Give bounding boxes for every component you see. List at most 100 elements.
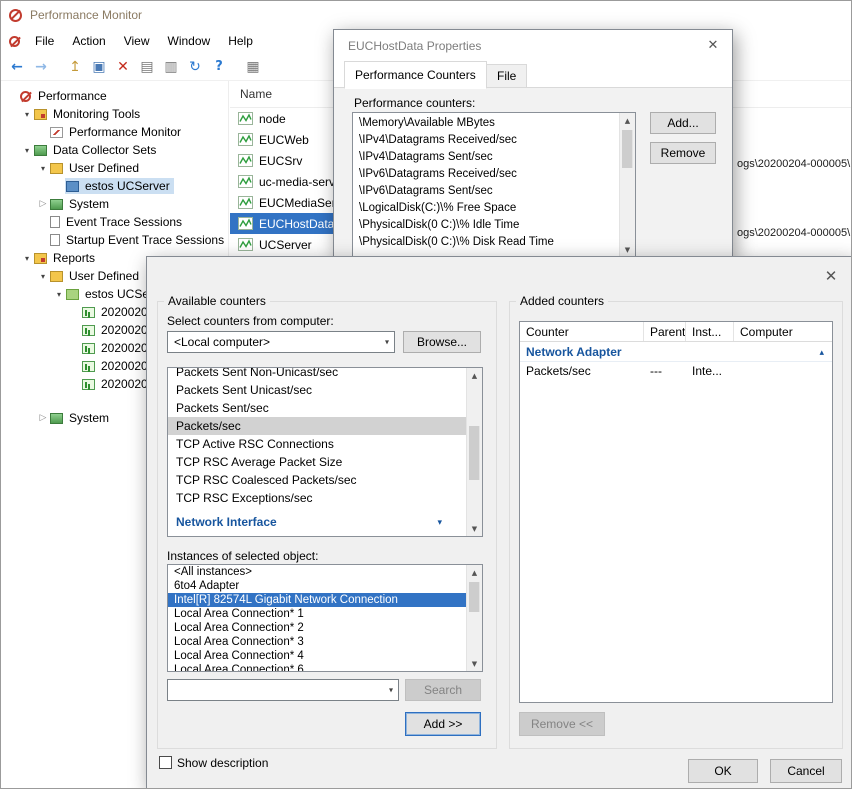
counter-item[interactable]: TCP Active RSC Connections: [168, 435, 466, 453]
added-counters-table[interactable]: Counter Parent Inst... Computer Network …: [519, 321, 833, 703]
scroll-thumb[interactable]: [469, 426, 480, 480]
counter-item[interactable]: TCP RSC Average Packet Size: [168, 453, 466, 471]
chevron-expanded-icon[interactable]: ▾: [37, 272, 49, 281]
tree-item-user-defined-1[interactable]: ▾ User Defined: [1, 159, 228, 177]
tree-item-event-trace-sessions[interactable]: Event Trace Sessions: [1, 213, 228, 231]
report-icon: [82, 307, 95, 318]
scrollbar[interactable]: ▲ ▼: [466, 565, 482, 671]
add-button[interactable]: Add >>: [405, 712, 481, 736]
column-counter[interactable]: Counter: [520, 322, 644, 341]
scroll-up-icon[interactable]: ▲: [467, 368, 482, 383]
counter-path[interactable]: \Memory\Available MBytes: [353, 115, 619, 132]
scroll-down-icon[interactable]: ▼: [620, 242, 635, 257]
instance-item[interactable]: Local Area Connection* 3: [168, 635, 466, 649]
scroll-down-icon[interactable]: ▼: [467, 521, 482, 536]
counter-path[interactable]: \IPv4\Datagrams Received/sec: [353, 132, 619, 149]
tree-item-monitoring-tools[interactable]: ▾ Monitoring Tools: [1, 105, 228, 123]
chevron-collapsed-icon[interactable]: ▷: [37, 199, 49, 209]
chevron-expanded-icon[interactable]: ▾: [21, 110, 33, 119]
tree-item-startup-event-trace-sessions[interactable]: Startup Event Trace Sessions: [1, 231, 228, 249]
chevron-expanded-icon[interactable]: ▾: [21, 254, 33, 263]
folder-up-button[interactable]: ↥: [63, 55, 87, 79]
tab-performance-counters[interactable]: Performance Counters: [344, 61, 487, 89]
back-button[interactable]: ←: [5, 55, 29, 79]
counter-path[interactable]: \IPv4\Datagrams Sent/sec: [353, 149, 619, 166]
column-parent[interactable]: Parent: [644, 322, 686, 341]
available-counters-list[interactable]: Packets Sent Non-Unicast/sec Packets Sen…: [167, 367, 483, 537]
view-list-button[interactable]: ▦: [241, 55, 265, 79]
cancel-button[interactable]: Cancel: [770, 759, 842, 783]
counter-path[interactable]: \IPv6\Datagrams Received/sec: [353, 166, 619, 183]
counter-item[interactable]: TCP RSC Exceptions/sec: [168, 489, 466, 507]
counter-item[interactable]: TCP RSC Coalesced Packets/sec: [168, 471, 466, 489]
column-instance[interactable]: Inst...: [686, 322, 734, 341]
chevron-collapsed-icon[interactable]: ▷: [37, 413, 49, 423]
chevron-expanded-icon[interactable]: ▾: [53, 290, 65, 299]
scroll-up-icon[interactable]: ▲: [620, 113, 635, 128]
counter-item-selected[interactable]: Packets/sec: [168, 417, 466, 435]
tree-item-data-collector-sets[interactable]: ▾ Data Collector Sets: [1, 141, 228, 159]
report-icon: [82, 379, 95, 390]
counter-item[interactable]: Packets Sent Non-Unicast/sec: [168, 367, 466, 381]
counter-object-network-interface[interactable]: Network Interface ▾: [168, 513, 466, 531]
computer-combobox[interactable]: <Local computer> ▾: [167, 331, 395, 353]
browse-button[interactable]: Browse...: [403, 331, 481, 353]
remove-button[interactable]: Remove <<: [519, 712, 605, 736]
instance-item[interactable]: Local Area Connection* 4: [168, 649, 466, 663]
instance-item-selected[interactable]: Intel[R] 82574L Gigabit Network Connecti…: [168, 593, 466, 607]
close-icon[interactable]: ✕: [822, 267, 840, 285]
menu-action[interactable]: Action: [63, 31, 114, 51]
tab-file[interactable]: File: [486, 64, 527, 88]
tree-item-performance[interactable]: Performance: [1, 87, 228, 105]
column-computer[interactable]: Computer: [734, 322, 832, 341]
select-computer-label: Select counters from computer:: [167, 314, 334, 328]
remove-counter-button[interactable]: Remove: [650, 142, 716, 164]
counter-path[interactable]: \LogicalDisk(C:)\% Free Space: [353, 200, 619, 217]
scroll-thumb[interactable]: [622, 130, 633, 168]
add-counter-button[interactable]: Add...: [650, 112, 716, 134]
export-list-button[interactable]: ▥: [159, 55, 183, 79]
instance-item[interactable]: <All instances>: [168, 565, 466, 579]
instance-item[interactable]: 6to4 Adapter: [168, 579, 466, 593]
delete-button[interactable]: ✕: [111, 55, 135, 79]
instance-search-combobox[interactable]: ▾: [167, 679, 399, 701]
close-icon[interactable]: ✕: [704, 38, 722, 56]
menu-window[interactable]: Window: [159, 31, 220, 51]
counter-item[interactable]: Packets Sent/sec: [168, 399, 466, 417]
instance-item[interactable]: Local Area Connection* 1: [168, 607, 466, 621]
refresh-button[interactable]: ↻: [183, 55, 207, 79]
search-button[interactable]: Search: [405, 679, 481, 701]
scroll-down-icon[interactable]: ▼: [467, 656, 482, 671]
menu-view[interactable]: View: [115, 31, 159, 51]
tree-item-estos-ucserver[interactable]: estos UCServer: [1, 177, 228, 195]
scrollbar[interactable]: ▲ ▼: [466, 368, 482, 536]
selected-tree-item[interactable]: estos UCServer: [65, 178, 174, 194]
instance-item[interactable]: Local Area Connection* 2: [168, 621, 466, 635]
console-window-button[interactable]: ▣: [87, 55, 111, 79]
forward-button[interactable]: →: [29, 55, 53, 79]
show-description-checkbox[interactable]: [159, 756, 172, 769]
counter-path[interactable]: \IPv6\Datagrams Sent/sec: [353, 183, 619, 200]
chevron-up-icon[interactable]: ▴: [819, 343, 824, 363]
menu-help[interactable]: Help: [219, 31, 262, 51]
performance-counters-list[interactable]: \Memory\Available MBytes \IPv4\Datagrams…: [352, 112, 636, 258]
tree-item-performance-monitor[interactable]: Performance Monitor: [1, 123, 228, 141]
tree-item-system-1[interactable]: ▷ System: [1, 195, 228, 213]
added-object-network-adapter[interactable]: Network Adapter ▴: [520, 342, 832, 362]
counter-path[interactable]: \PhysicalDisk(0 C:)\% Idle Time: [353, 217, 619, 234]
counter-item[interactable]: Packets Sent Unicast/sec: [168, 381, 466, 399]
counter-path[interactable]: \PhysicalDisk(0 C:)\% Disk Read Time: [353, 234, 619, 251]
scroll-thumb[interactable]: [469, 582, 480, 612]
chevron-expanded-icon[interactable]: ▾: [37, 164, 49, 173]
instance-item[interactable]: Local Area Connection* 6: [168, 663, 466, 672]
help-button[interactable]: ?: [207, 55, 231, 79]
menu-file[interactable]: File: [26, 31, 63, 51]
chevron-expanded-icon[interactable]: ▾: [21, 146, 33, 155]
scroll-up-icon[interactable]: ▲: [467, 565, 482, 580]
chevron-down-icon[interactable]: ▾: [437, 514, 442, 532]
ok-button[interactable]: OK: [688, 759, 758, 783]
properties-button[interactable]: ▤: [135, 55, 159, 79]
table-row[interactable]: Packets/sec --- Inte...: [520, 362, 832, 380]
instances-list[interactable]: <All instances> 6to4 Adapter Intel[R] 82…: [167, 564, 483, 672]
scrollbar[interactable]: ▲ ▼: [619, 113, 635, 257]
